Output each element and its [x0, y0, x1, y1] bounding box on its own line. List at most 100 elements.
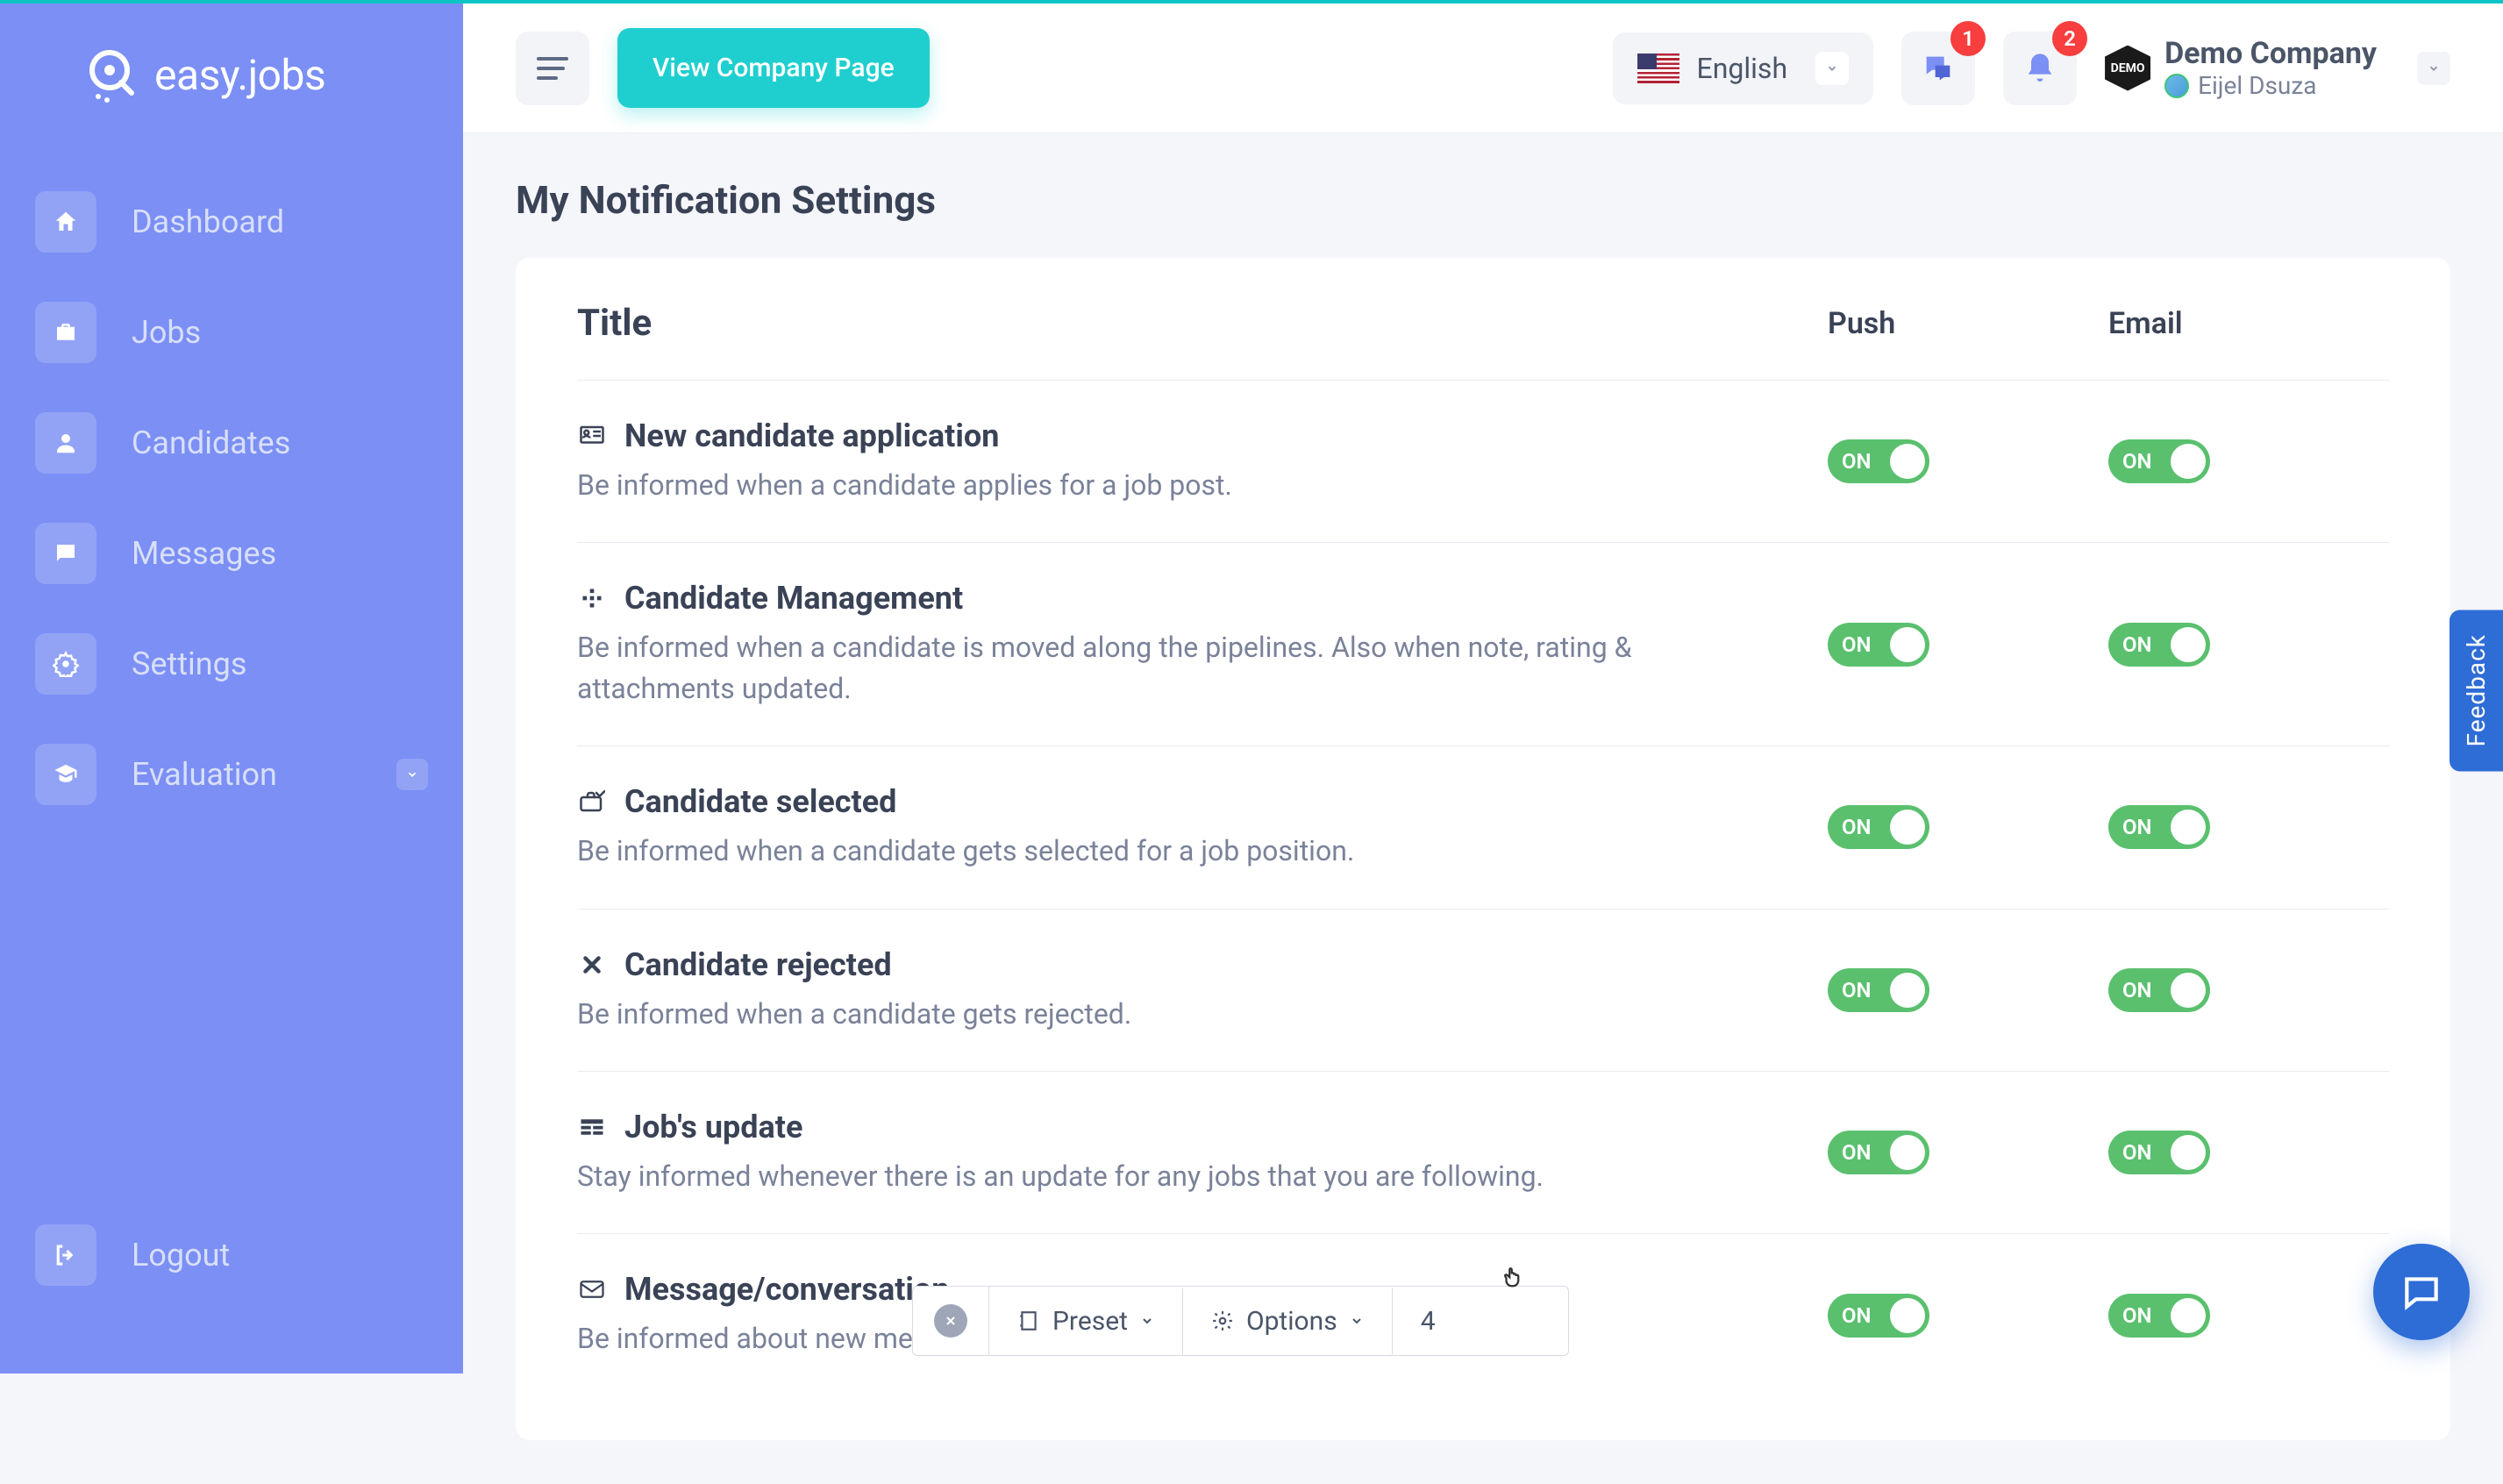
toggle-knob — [1890, 1298, 1925, 1333]
sidebar-item-evaluation[interactable]: Evaluation — [35, 719, 428, 830]
language-selector[interactable]: English — [1613, 32, 1874, 104]
sidebar-item-jobs[interactable]: Jobs — [35, 277, 428, 388]
notification-row: Candidate selected Be informed when a ca… — [577, 746, 2389, 909]
settings-panel: Title Push Email New candidate applicati… — [516, 258, 2450, 1440]
messages-button[interactable]: 1 — [1901, 32, 1975, 105]
sidebar-item-candidates[interactable]: Candidates — [35, 388, 428, 498]
preset-icon — [1017, 1309, 1040, 1332]
toggle-label: ON — [2122, 1303, 2152, 1328]
toggle-knob — [1890, 1135, 1925, 1170]
notification-desc: Be informed when a candidate gets reject… — [577, 994, 1793, 1034]
toggle-knob — [2171, 1135, 2206, 1170]
view-company-button[interactable]: View Company Page — [617, 28, 930, 108]
chat-widget-button[interactable] — [2373, 1244, 2470, 1340]
email-toggle[interactable]: ON — [2108, 439, 2210, 483]
notifications-badge: 2 — [2052, 21, 2087, 56]
content: My Notification Settings Title Push Emai… — [463, 133, 2503, 1484]
hamburger-icon — [537, 57, 568, 80]
toggle-label: ON — [2122, 449, 2152, 474]
user-icon — [35, 412, 96, 474]
toggle-label: ON — [2122, 815, 2152, 839]
chevron-down-icon — [396, 759, 428, 790]
notification-title: Job's update — [624, 1109, 802, 1145]
page-indicator[interactable]: 4 — [1393, 1288, 1568, 1354]
sidebar-item-dashboard[interactable]: Dashboard — [35, 167, 428, 277]
selected-icon — [577, 787, 607, 817]
sidebar-item-label: Jobs — [132, 314, 201, 351]
gear-icon — [1211, 1309, 1234, 1332]
column-email-header: Email — [2108, 306, 2389, 341]
push-toggle[interactable]: ON — [1828, 1294, 1929, 1338]
bottom-toolbar: Preset Options 4 — [912, 1286, 1569, 1356]
page-title: My Notification Settings — [516, 177, 2450, 223]
company-selector[interactable]: DEMO Demo Company Eijel Dsuza — [2105, 36, 2450, 100]
language-label: English — [1697, 52, 1788, 85]
notification-title: Candidate Management — [624, 580, 963, 617]
flag-icon — [1637, 54, 1679, 83]
view-company-label: View Company Page — [652, 53, 895, 83]
notification-row: Candidate rejected Be informed when a ca… — [577, 910, 2389, 1072]
panel-header: Title Push Email — [577, 302, 2389, 381]
brand-name: easy.jobs — [154, 50, 325, 100]
sidebar-item-label: Settings — [132, 646, 246, 682]
sidebar-item-label: Messages — [132, 535, 276, 572]
push-toggle[interactable]: ON — [1828, 623, 1929, 667]
options-dropdown[interactable]: Options — [1183, 1288, 1393, 1354]
logo-icon — [79, 44, 140, 105]
toggle-label: ON — [1842, 815, 1872, 839]
chat-bubbles-icon — [1921, 51, 1956, 86]
toggle-label: ON — [1842, 1303, 1872, 1328]
sidebar-item-label: Dashboard — [132, 203, 284, 240]
push-toggle[interactable]: ON — [1828, 439, 1929, 483]
toggle-knob — [1890, 810, 1925, 845]
notifications-button[interactable]: 2 — [2003, 32, 2077, 105]
logout-button[interactable]: Logout — [35, 1224, 428, 1286]
toggle-label: ON — [1842, 632, 1872, 657]
email-toggle[interactable]: ON — [2108, 805, 2210, 849]
toggle-knob — [1890, 627, 1925, 662]
toggle-label: ON — [1842, 449, 1872, 474]
menu-toggle-button[interactable] — [516, 32, 589, 105]
brand-logo[interactable]: easy.jobs — [0, 26, 463, 149]
chat-icon — [35, 523, 96, 584]
notification-row: Candidate Management Be informed when a … — [577, 543, 2389, 746]
sidebar-item-messages[interactable]: Messages — [35, 498, 428, 609]
feedback-label: Feedback — [2462, 634, 2491, 746]
notification-desc: Be informed when a candidate applies for… — [577, 465, 1793, 505]
briefcase-icon — [35, 302, 96, 363]
push-toggle[interactable]: ON — [1828, 968, 1929, 1012]
sidebar: easy.jobs Dashboard Jobs Candidates Mess… — [0, 0, 463, 1373]
chevron-down-icon — [1140, 1314, 1154, 1328]
notification-title: Candidate rejected — [624, 946, 892, 983]
notification-title: New candidate application — [624, 417, 999, 454]
email-toggle[interactable]: ON — [2108, 623, 2210, 667]
feedback-tab[interactable]: Feedback — [2450, 610, 2503, 771]
notification-desc: Stay informed whenever there is an updat… — [577, 1156, 1793, 1196]
toggle-label: ON — [1842, 1140, 1872, 1165]
company-name: Demo Company — [2164, 36, 2377, 71]
application-icon — [577, 421, 607, 451]
toggle-knob — [1890, 444, 1925, 479]
chevron-down-icon — [1350, 1314, 1364, 1328]
toggle-knob — [1890, 973, 1925, 1008]
email-toggle[interactable]: ON — [2108, 968, 2210, 1012]
sidebar-item-settings[interactable]: Settings — [35, 609, 428, 719]
push-toggle[interactable]: ON — [1828, 805, 1929, 849]
email-toggle[interactable]: ON — [2108, 1131, 2210, 1174]
chevron-down-icon — [2417, 52, 2450, 85]
toggle-knob — [2171, 810, 2206, 845]
toolbar-close-button[interactable] — [913, 1287, 989, 1355]
notification-title: Candidate selected — [624, 783, 896, 820]
message-icon — [577, 1274, 607, 1304]
email-toggle[interactable]: ON — [2108, 1294, 2210, 1338]
nav-list: Dashboard Jobs Candidates Messages Setti… — [0, 149, 463, 847]
home-icon — [35, 191, 96, 253]
column-push-header: Push — [1828, 306, 2108, 341]
page-number: 4 — [1421, 1306, 1436, 1337]
avatar — [2164, 74, 2189, 98]
preset-dropdown[interactable]: Preset — [989, 1288, 1183, 1354]
push-toggle[interactable]: ON — [1828, 1131, 1929, 1174]
job-update-icon — [577, 1112, 607, 1142]
messages-badge: 1 — [1950, 21, 1986, 56]
close-icon — [934, 1304, 967, 1338]
